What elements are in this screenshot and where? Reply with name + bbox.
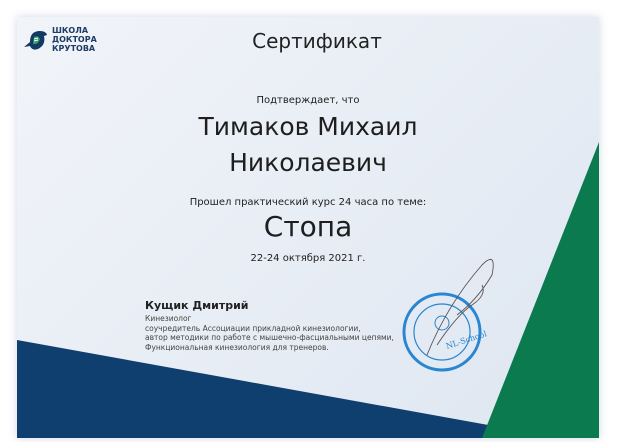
confirm-text: Подтверждает, что (256, 95, 360, 106)
signer-name: Кущик Дмитрий (145, 299, 249, 312)
bird-logo-icon (24, 30, 47, 50)
stamp-text: NL-School (445, 329, 488, 351)
certificate-title: Сертификат (252, 29, 382, 53)
recipient-name-line2: Николаевич (229, 148, 387, 177)
signer-detail: автор методики по работе с мышечно-фасци… (145, 333, 394, 342)
signer-detail: соучредитель Ассоциации прикладной кинез… (145, 323, 361, 333)
signer-block: Кущик Дмитрий Кинезиолог соучредитель Ас… (145, 299, 394, 352)
course-text: Прошел практический курс 24 часа по теме… (189, 197, 427, 208)
course-topic: Стопа (263, 210, 353, 243)
stamp-and-signature: NL-School (402, 258, 494, 372)
certificate: ШКОЛА ДОКТОРА КРУТОВА Сертификат Подтвер… (17, 17, 599, 438)
logo-line: ДОКТОРА (52, 35, 97, 44)
recipient-name-line1: Тимаков Михаил (198, 112, 418, 141)
logo-line: ШКОЛА (52, 26, 89, 35)
stamp-inner-ring (413, 303, 471, 361)
logo-line: КРУТОВА (52, 44, 96, 53)
school-logo: ШКОЛА ДОКТОРА КРУТОВА (20, 26, 97, 53)
signer-detail: Функциональная кинезиология для тренеров… (145, 342, 329, 352)
signer-title: Кинезиолог (145, 314, 192, 323)
